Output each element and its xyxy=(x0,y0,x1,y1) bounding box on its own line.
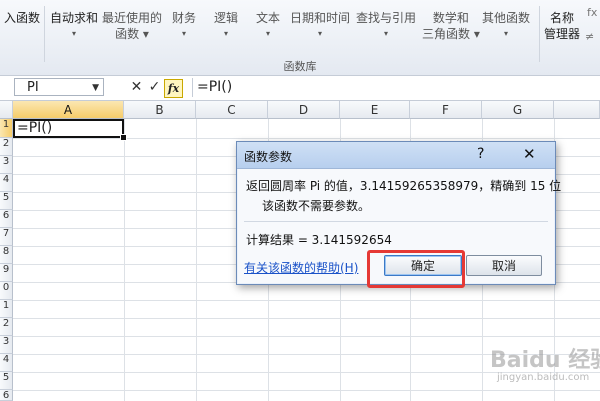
function-description: 返回圆周率 Pi 的值，3.14159265358979，精确到 15 位 xyxy=(246,179,562,193)
formula-input[interactable]: =PI() xyxy=(192,78,600,97)
name-manager-button[interactable]: 名称 管理器 xyxy=(544,10,580,42)
logical-button[interactable]: 逻辑 ▾ xyxy=(214,10,238,42)
cancel-button[interactable]: 取消 xyxy=(466,255,542,276)
help-icon[interactable]: ? xyxy=(477,146,484,162)
name-box[interactable]: PI ▼ xyxy=(14,78,104,96)
row-header[interactable]: 5 xyxy=(0,192,13,210)
enter-icon[interactable]: ✓ xyxy=(146,79,163,96)
select-all-corner[interactable] xyxy=(0,101,13,119)
formula-bar: PI ▼ ✕ ✓ fx =PI() xyxy=(0,76,600,101)
recent-functions-label-2: 函数 ▾ xyxy=(115,27,149,41)
chevron-down-icon: ▾ xyxy=(72,29,77,38)
watermark-logo: Baidu 经验 xyxy=(490,348,600,373)
grid-line xyxy=(13,138,600,139)
column-header-c[interactable]: C xyxy=(196,101,268,119)
row-header[interactable]: 4 xyxy=(0,174,13,192)
chevron-down-icon: ▾ xyxy=(384,29,389,38)
function-note: 该函数不需要参数。 xyxy=(262,199,371,213)
insert-function-button[interactable]: 入函数 xyxy=(4,10,40,26)
grid-line xyxy=(13,336,600,337)
close-icon[interactable]: ✕ xyxy=(523,145,536,163)
grid-line xyxy=(196,119,197,401)
column-header-g[interactable]: G xyxy=(482,101,554,119)
more-functions-label: 其他函数 xyxy=(482,11,531,25)
dialog-title: 函数参数 xyxy=(244,150,293,164)
name-manager-label: 名称 xyxy=(550,11,575,25)
fill-handle[interactable] xyxy=(120,134,127,141)
math-trig-label: 数学和 xyxy=(432,11,469,25)
row-header[interactable]: 2 xyxy=(0,138,13,156)
row-header[interactable]: 6 xyxy=(0,210,13,228)
date-time-button[interactable]: 日期和时间 ▾ xyxy=(290,10,350,42)
financial-label: 财务 xyxy=(172,11,197,25)
grid-line xyxy=(13,300,600,301)
chevron-down-icon: ▾ xyxy=(504,29,509,38)
formula-audit-icon[interactable]: ≠ xyxy=(585,30,594,43)
recent-functions-label: 最近使用的 xyxy=(102,11,163,25)
ribbon-separator xyxy=(539,6,540,62)
column-header-a[interactable]: A xyxy=(13,101,124,119)
lookup-reference-label: 查找与引用 xyxy=(356,11,417,25)
row-header[interactable]: 7 xyxy=(0,228,13,246)
chevron-down-icon: ▾ xyxy=(182,29,187,38)
row-header[interactable]: 1 xyxy=(0,300,13,318)
chevron-down-icon: ▾ xyxy=(224,29,229,38)
ribbon-group-label: 函数库 xyxy=(283,60,317,73)
autosum-label: 自动求和 xyxy=(50,11,99,25)
grid-line xyxy=(124,119,125,401)
chevron-down-icon: ▾ xyxy=(318,29,323,38)
divider xyxy=(244,221,548,222)
row-header[interactable]: 8 xyxy=(0,246,13,264)
recent-functions-button[interactable]: 最近使用的 函数 ▾ xyxy=(102,10,162,42)
grid-line xyxy=(13,390,600,391)
more-functions-button[interactable]: 其他函数 ▾ xyxy=(482,10,530,42)
column-header-d[interactable]: D xyxy=(268,101,340,119)
dialog-title-bar[interactable]: 函数参数 ? ✕ xyxy=(237,142,555,169)
financial-button[interactable]: 财务 ▾ xyxy=(172,10,196,42)
chevron-down-icon[interactable]: ▼ xyxy=(92,79,99,97)
row-header[interactable]: 2 xyxy=(0,318,13,336)
annotation-highlight-box xyxy=(367,250,465,288)
grid-line xyxy=(13,318,600,319)
row-header-1[interactable]: 1 xyxy=(0,119,13,138)
autosum-button[interactable]: 自动求和 ▾ xyxy=(50,10,98,42)
text-functions-button[interactable]: 文本 ▾ xyxy=(256,10,280,42)
column-header-h[interactable] xyxy=(554,101,600,119)
name-manager-label-2: 管理器 xyxy=(544,27,581,41)
row-header[interactable]: 0 xyxy=(0,282,13,300)
chevron-down-icon: ▾ xyxy=(266,29,271,38)
function-help-link[interactable]: 有关该函数的帮助(H) xyxy=(244,259,358,276)
insert-function-icon[interactable]: fx xyxy=(164,79,183,98)
column-header-e[interactable]: E xyxy=(340,101,410,119)
insert-function-label: 入函数 xyxy=(4,11,41,25)
row-header[interactable]: 3 xyxy=(0,156,13,174)
ribbon: 入函数 自动求和 ▾ 最近使用的 函数 ▾ 财务 ▾ 逻辑 ▾ 文本 ▾ 日期和… xyxy=(0,0,600,76)
column-header-b[interactable]: B xyxy=(124,101,196,119)
row-header[interactable]: 6 xyxy=(0,390,13,401)
name-box-value: PI xyxy=(27,80,39,95)
date-time-label: 日期和时间 xyxy=(290,11,351,25)
math-trig-button[interactable]: 数学和 三角函数 ▾ xyxy=(422,10,480,42)
calculation-result: 计算结果 = 3.141592654 xyxy=(246,233,392,247)
logical-label: 逻辑 xyxy=(214,11,239,25)
row-header[interactable]: 9 xyxy=(0,264,13,282)
active-cell-a1[interactable]: =PI() xyxy=(13,119,124,138)
row-header[interactable]: 5 xyxy=(0,372,13,390)
math-trig-label-2: 三角函数 ▾ xyxy=(422,27,480,41)
cancel-icon[interactable]: ✕ xyxy=(128,79,145,96)
ribbon-separator xyxy=(44,6,45,62)
define-name-icon[interactable]: fx xyxy=(587,6,597,19)
lookup-reference-button[interactable]: 查找与引用 ▾ xyxy=(356,10,416,42)
column-header-f[interactable]: F xyxy=(410,101,482,119)
text-functions-label: 文本 xyxy=(256,11,281,25)
row-header[interactable]: 3 xyxy=(0,336,13,354)
row-header[interactable]: 4 xyxy=(0,354,13,372)
watermark-url: jingyan.baidu.com xyxy=(497,372,590,383)
